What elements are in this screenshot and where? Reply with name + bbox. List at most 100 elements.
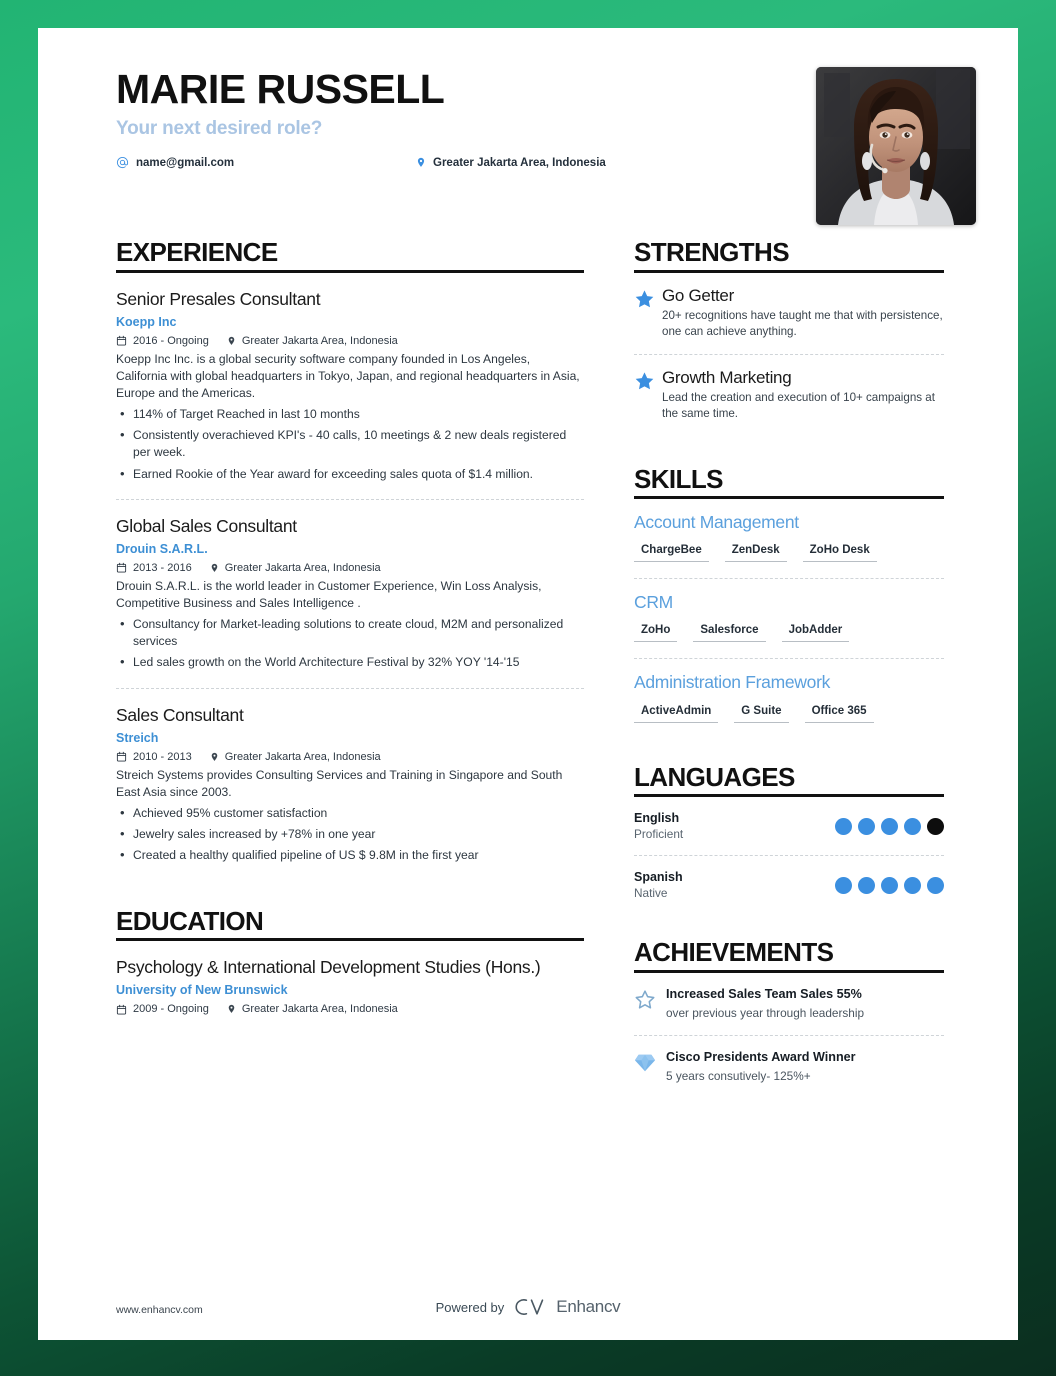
job-bullet: Earned Rookie of the Year award for exce… <box>120 465 584 484</box>
meta-location: Greater Jakarta Area, Indonesia <box>210 562 381 574</box>
star-filled-icon <box>634 368 662 392</box>
location-pin-icon <box>210 751 219 763</box>
resume-page: MARIE RUSSELL Your next desired role? na… <box>38 28 1018 1340</box>
meta-dates: 2010 - 2013 <box>116 751 192 763</box>
language-rating-dots <box>835 876 944 894</box>
meta-dates-text: 2016 - Ongoing <box>133 334 209 347</box>
language-info: Spanish Native <box>634 870 683 900</box>
school-name[interactable]: University of New Brunswick <box>116 983 584 997</box>
rating-dot <box>835 876 852 894</box>
section-experience: EXPERIENCE Senior Presales Consultant Ko… <box>116 238 584 865</box>
resume-columns: EXPERIENCE Senior Presales Consultant Ko… <box>38 238 1018 1085</box>
job-title: Sales Consultant <box>116 704 244 725</box>
job-bullet: Consultancy for Market-leading solutions… <box>120 615 584 650</box>
language-name: Spanish <box>634 870 683 885</box>
enhancv-brand-text: Enhancv <box>556 1297 621 1316</box>
calendar-icon <box>116 1004 127 1015</box>
rating-dot <box>881 817 898 835</box>
achievement-description: over previous year through leadership <box>666 1005 865 1020</box>
job-bullets: Achieved 95% customer satisfaction Jewel… <box>116 804 584 865</box>
skill-group: CRM ZoHo Salesforce JobAdder <box>634 579 944 643</box>
meta-dates: 2016 - Ongoing <box>116 335 209 347</box>
rating-dot <box>858 876 875 894</box>
company-name[interactable]: Streich <box>116 731 584 745</box>
meta-location-text: Greater Jakarta Area, Indonesia <box>241 1003 398 1016</box>
experience-entry: Senior Presales Consultant Koepp Inc 201… <box>116 273 584 484</box>
skill-tag[interactable]: Office 365 <box>804 705 874 723</box>
job-title: Global Sales Consultant <box>116 515 297 536</box>
job-description: Koepp Inc Inc. is a global security soft… <box>116 351 580 400</box>
company-name[interactable]: Drouin S.A.R.L. <box>116 542 584 556</box>
skill-tag-list: ActiveAdmin G Suite Office 365 <box>634 705 944 723</box>
right-column: STRENGTHS Go Getter 20+ recognitions hav… <box>634 238 944 1085</box>
section-skills: SKILLS Account Management ChargeBee ZenD… <box>634 463 944 723</box>
achievement-item: Cisco Presidents Award Winner 5 years co… <box>634 1036 944 1084</box>
strength-title: Go Getter <box>662 285 734 305</box>
rating-dot <box>927 817 944 835</box>
meta-location: Greater Jakarta Area, Indonesia <box>210 751 381 763</box>
entry-meta: 2009 - Ongoing Greater Jakarta Area, Ind… <box>116 1003 584 1015</box>
language-level: Proficient <box>634 827 684 842</box>
rating-dot <box>927 876 944 894</box>
skill-tag[interactable]: ChargeBee <box>634 544 709 563</box>
rating-dot <box>858 817 875 835</box>
resume-header: MARIE RUSSELL Your next desired role? na… <box>38 28 1018 238</box>
strength-description: Lead the creation and execution of 10+ c… <box>662 391 935 421</box>
skill-tag[interactable]: ZoHo <box>634 624 678 643</box>
company-name[interactable]: Koepp Inc <box>116 315 584 329</box>
powered-by-label: Powered by <box>435 1299 505 1315</box>
language-info: English Proficient <box>634 811 683 841</box>
job-description: Streich Systems provides Consulting Serv… <box>116 767 563 799</box>
meta-location-text: Greater Jakarta Area, Indonesia <box>241 334 398 347</box>
skill-group-name: CRM <box>634 592 673 613</box>
meta-location-text: Greater Jakarta Area, Indonesia <box>224 561 381 574</box>
meta-location: Greater Jakarta Area, Indonesia <box>227 335 398 347</box>
section-heading-skills: SKILLS <box>634 463 723 494</box>
footer-url[interactable]: www.enhancv.com <box>116 1304 203 1316</box>
calendar-icon <box>116 335 127 346</box>
avatar <box>816 67 976 225</box>
meta-dates-text: 2010 - 2013 <box>133 750 192 763</box>
meta-dates: 2013 - 2016 <box>116 562 192 574</box>
meta-location-text: Greater Jakarta Area, Indonesia <box>224 750 381 763</box>
job-description: Drouin S.A.R.L. is the world leader in C… <box>116 578 542 610</box>
skill-tag[interactable]: ZoHo Desk <box>802 544 877 563</box>
skill-tag[interactable]: ActiveAdmin <box>634 705 719 723</box>
calendar-icon <box>116 562 127 573</box>
section-languages: LANGUAGES English Proficient Spanish Nat… <box>634 761 944 900</box>
location-pin-icon <box>416 156 426 169</box>
contact-email[interactable]: name@gmail.com <box>116 156 416 169</box>
section-heading-languages: LANGUAGES <box>634 761 795 792</box>
section-education: EDUCATION Psychology & International Dev… <box>116 906 584 1015</box>
avatar-portrait-image <box>816 67 976 225</box>
strength-item: Growth Marketing Lead the creation and e… <box>634 355 944 423</box>
language-item: English Proficient <box>634 797 944 841</box>
meta-dates-text: 2009 - Ongoing <box>133 1003 209 1016</box>
job-bullet: Created a healthy qualified pipeline of … <box>120 846 584 865</box>
skill-group-name: Administration Framework <box>634 672 831 693</box>
job-bullet: Achieved 95% customer satisfaction <box>120 804 584 823</box>
rating-dot <box>904 817 921 835</box>
at-icon <box>116 156 129 169</box>
skill-tag[interactable]: ZenDesk <box>724 544 787 563</box>
skill-group-name: Account Management <box>634 512 799 533</box>
location-pin-icon <box>227 335 236 347</box>
meta-location: Greater Jakarta Area, Indonesia <box>227 1003 398 1015</box>
calendar-icon <box>116 751 127 762</box>
skill-tag[interactable]: JobAdder <box>781 624 850 643</box>
experience-entry: Global Sales Consultant Drouin S.A.R.L. … <box>116 500 584 672</box>
job-bullet: Jewelry sales increased by +78% in one y… <box>120 825 584 844</box>
entry-meta: 2013 - 2016 Greater Jakarta Area, Indone… <box>116 562 584 574</box>
job-bullet: Led sales growth on the World Architectu… <box>120 653 584 672</box>
language-name: English <box>634 811 680 826</box>
star-outline-icon <box>634 987 666 1011</box>
job-bullet: 114% of Target Reached in last 10 months <box>120 405 584 424</box>
skill-tag[interactable]: Salesforce <box>693 624 766 643</box>
strength-title: Growth Marketing <box>662 367 792 387</box>
skill-tag[interactable]: G Suite <box>734 705 789 723</box>
strength-description: 20+ recognitions have taught me that wit… <box>662 309 943 339</box>
education-entry: Psychology & International Development S… <box>116 941 584 1015</box>
experience-entry: Sales Consultant Streich 2010 - 2013 Gre… <box>116 689 584 865</box>
skill-tag-list: ChargeBee ZenDesk ZoHo Desk <box>634 544 944 563</box>
contact-email-text: name@gmail.com <box>136 156 235 169</box>
